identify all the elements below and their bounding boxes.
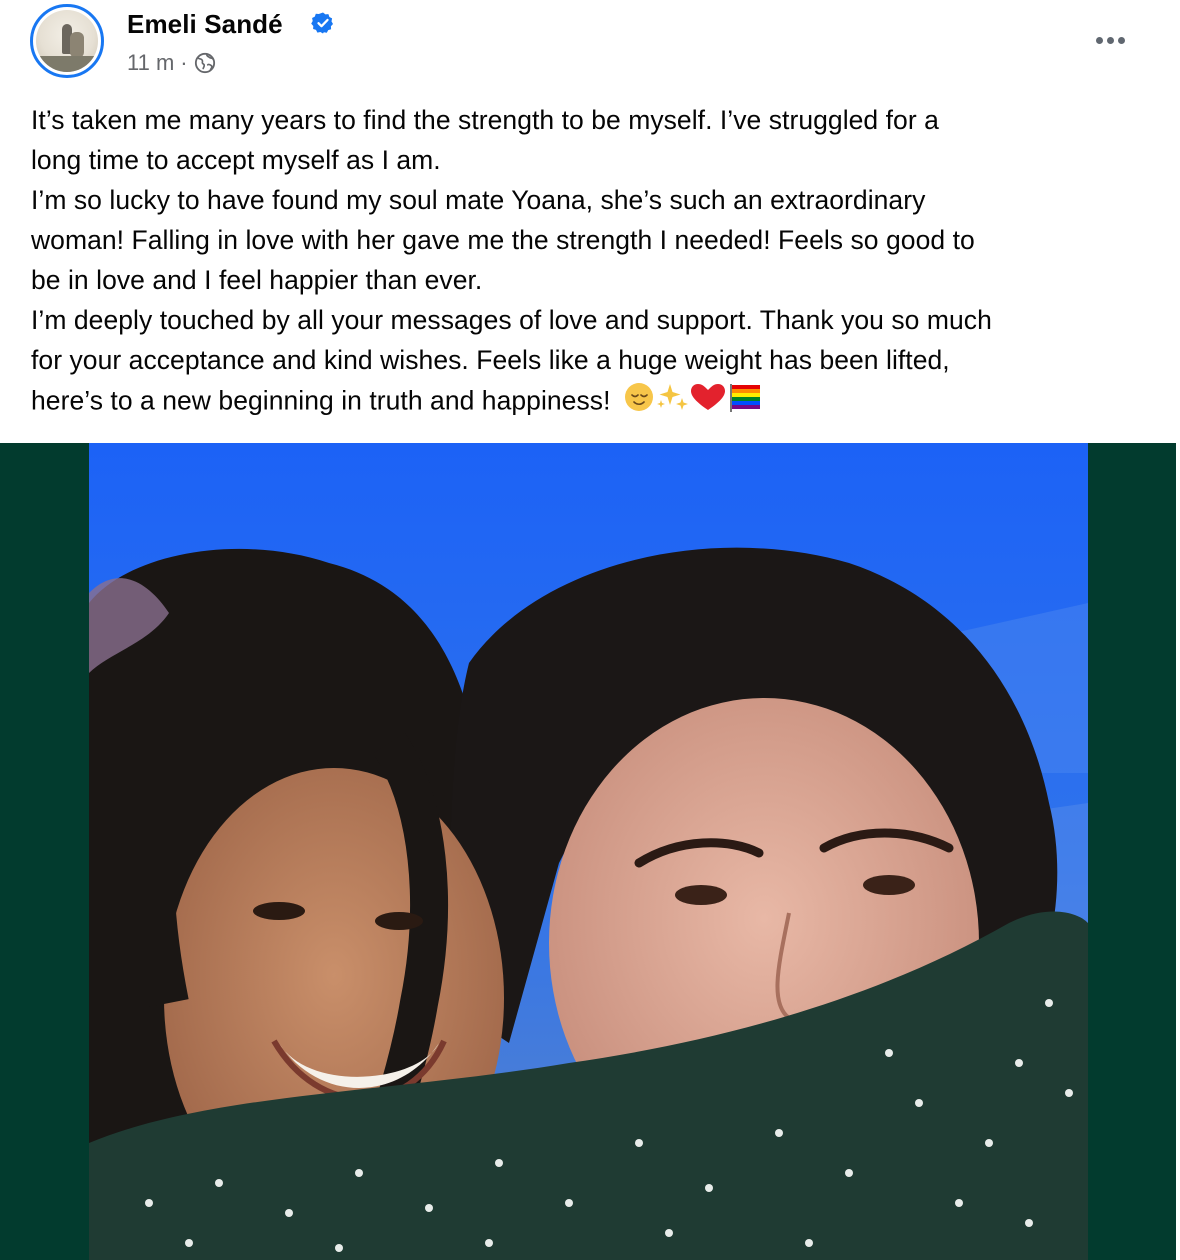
red-heart-icon bbox=[691, 384, 726, 410]
post-text: It’s taken me many years to find the str… bbox=[31, 100, 1161, 425]
post-text-line: for your acceptance and kind wishes. Fee… bbox=[31, 345, 950, 375]
meta-separator: · bbox=[180, 50, 188, 75]
emoji-icons bbox=[625, 383, 761, 412]
avatar-image bbox=[36, 10, 98, 72]
author-avatar[interactable] bbox=[30, 4, 104, 78]
right-margin bbox=[1176, 0, 1180, 1260]
post-photo-frame[interactable] bbox=[0, 443, 1176, 1260]
post-text-line: here’s to a new beginning in truth and h… bbox=[31, 385, 611, 416]
post-text-line: It’s taken me many years to find the str… bbox=[31, 105, 939, 135]
post-text-line: woman! Falling in love with her gave me … bbox=[31, 225, 975, 255]
post-header: Emeli Sandé 11 m · bbox=[0, 0, 1180, 96]
post-text-line: long time to accept myself as I am. bbox=[31, 145, 441, 175]
post-meta: 11 m · bbox=[127, 50, 216, 76]
relieved-face-icon bbox=[625, 383, 654, 411]
post-photo[interactable] bbox=[89, 443, 1088, 1260]
photo-illustration bbox=[89, 443, 1088, 1260]
post-text-line: I’m so lucky to have found my soul mate … bbox=[31, 185, 926, 215]
emoji-group: 😌✨❤️🏳️‍🌈 bbox=[624, 380, 764, 425]
sparkles-icon bbox=[657, 384, 689, 410]
post-text-line: I’m deeply touched by all your messages … bbox=[31, 305, 992, 335]
post-text-last-line: here’s to a new beginning in truth and h… bbox=[31, 380, 1161, 425]
facebook-post: Emeli Sandé 11 m · It’s taken me many ye… bbox=[0, 0, 1180, 1260]
rainbow-flag-icon bbox=[730, 384, 761, 412]
globe-icon bbox=[194, 52, 215, 74]
verified-badge-icon bbox=[311, 12, 333, 34]
author-name[interactable]: Emeli Sandé bbox=[127, 9, 283, 40]
post-text-line: be in love and I feel happier than ever. bbox=[31, 265, 483, 295]
post-timestamp[interactable]: 11 m bbox=[127, 50, 174, 76]
more-options-icon[interactable] bbox=[1090, 30, 1130, 50]
